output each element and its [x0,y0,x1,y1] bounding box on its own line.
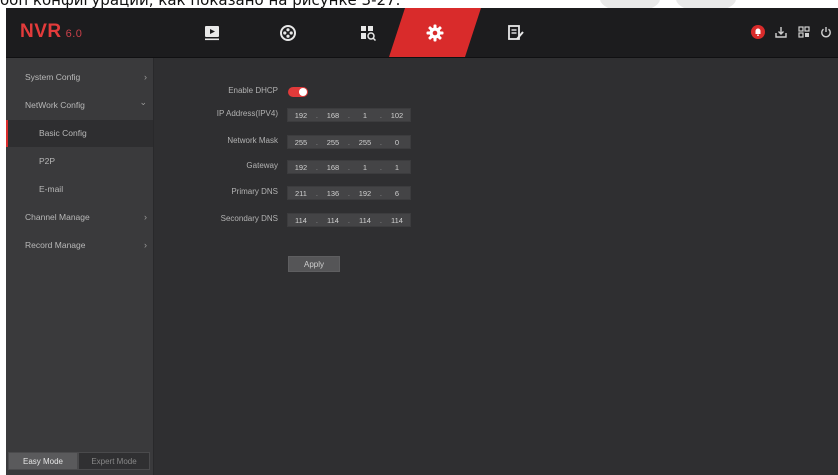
top-bar: NVR 6.0 [6,8,838,58]
sidebar-item-label: E-mail [39,184,64,194]
ip-octet[interactable]: 102 [386,111,408,120]
sidebar-item-label: Record Manage [25,240,86,250]
network-mask-label: Network Mask [227,136,278,145]
maintenance-icon[interactable] [488,8,544,57]
ip-address-field[interactable]: 192. 168. 1. 102 [287,108,411,122]
ip-address-label: IP Address(IPV4) [216,109,278,118]
ip-octet[interactable]: 255 [322,138,344,147]
search-icon[interactable] [340,8,396,57]
logo-text: NVR [20,21,62,42]
primary-dns-field[interactable]: 211. 136. 192. 6 [287,186,411,200]
logo-version: 6.0 [65,28,83,40]
ip-octet[interactable]: 192 [290,163,312,172]
network-mask-field[interactable]: 255. 255. 255. 0 [287,135,411,149]
ip-octet[interactable]: 1 [354,111,376,120]
ip-octet[interactable]: 114 [354,216,376,225]
gateway-label: Gateway [246,161,278,170]
secondary-dns-label: Secondary DNS [220,214,278,223]
nvr-logo: NVR 6.0 [20,21,82,43]
nvr-app-window: NVR 6.0 System Config › NetWork Config ⌄… [6,8,838,475]
gateway-field[interactable]: 192. 168. 1. 1 [287,160,411,174]
ip-octet[interactable]: 211 [290,189,312,198]
primary-dns-row: Primary DNS 211. 136. 192. 6 [156,186,556,200]
power-icon[interactable] [818,24,834,40]
sidebar-item-label: P2P [39,156,56,166]
ip-address-row: IP Address(IPV4) 192. 168. 1. 102 [156,108,556,122]
alarm-icon[interactable] [750,24,766,40]
dhcp-label: Enable DHCP [228,86,278,95]
easy-mode-tab[interactable]: Easy Mode [8,452,78,470]
ip-octet[interactable]: 114 [290,216,312,225]
primary-dns-label: Primary DNS [231,187,278,196]
sidebar-item-system-config[interactable]: System Config › [6,64,153,91]
secondary-dns-row: Secondary DNS 114. 114. 114. 114 [156,213,556,227]
chevron-down-icon: ⌄ [139,97,147,107]
ip-octet[interactable]: 192 [354,189,376,198]
ip-octet[interactable]: 168 [322,163,344,172]
apply-button[interactable]: Apply [288,256,340,272]
qr-icon[interactable] [796,24,812,40]
ip-octet[interactable]: 6 [386,189,408,198]
backup-icon[interactable] [773,24,789,40]
expert-mode-tab[interactable]: Expert Mode [78,452,150,470]
ip-octet[interactable]: 114 [322,216,344,225]
ip-octet[interactable]: 255 [354,138,376,147]
sidebar-item-label: Basic Config [39,128,87,138]
ip-octet[interactable]: 192 [290,111,312,120]
sidebar-item-network-config[interactable]: NetWork Config ⌄ [6,92,153,119]
chevron-right-icon: › [144,72,147,82]
gateway-row: Gateway 192. 168. 1. 1 [156,160,556,174]
secondary-dns-field[interactable]: 114. 114. 114. 114 [287,213,411,227]
settings-icon[interactable] [407,8,463,57]
ip-octet[interactable]: 0 [386,138,408,147]
sidebar-item-record-manage[interactable]: Record Manage › [6,232,153,259]
dhcp-row: Enable DHCP [156,85,556,99]
ip-octet[interactable]: 255 [290,138,312,147]
channel-icon[interactable] [260,8,316,57]
ip-octet[interactable]: 136 [322,189,344,198]
ip-octet[interactable]: 1 [386,163,408,172]
sidebar-item-channel-manage[interactable]: Channel Manage › [6,204,153,231]
toggle-knob [299,88,307,96]
chevron-right-icon: › [144,212,147,222]
mode-tabs: Easy Mode Expert Mode [6,452,153,470]
dhcp-toggle[interactable] [288,87,308,97]
network-mask-row: Network Mask 255. 255. 255. 0 [156,135,556,149]
chevron-right-icon: › [144,240,147,250]
sidebar-item-label: Channel Manage [25,212,90,222]
sidebar: System Config › NetWork Config ⌄ Basic C… [6,58,154,475]
sidebar-item-p2p[interactable]: P2P [6,148,153,175]
sidebar-item-label: NetWork Config [25,100,85,110]
ip-octet[interactable]: 114 [386,216,408,225]
sidebar-item-label: System Config [25,72,81,82]
sidebar-item-email[interactable]: E-mail [6,176,153,203]
ip-octet[interactable]: 168 [322,111,344,120]
sidebar-item-basic-config[interactable]: Basic Config [6,120,153,147]
ip-octet[interactable]: 1 [354,163,376,172]
playback-icon[interactable] [184,8,240,57]
